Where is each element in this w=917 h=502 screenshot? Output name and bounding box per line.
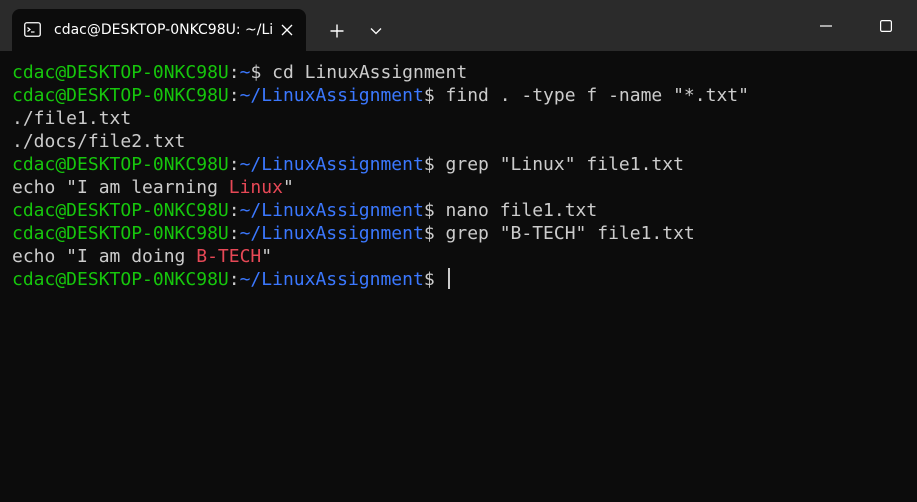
output-text: " <box>261 246 273 267</box>
text-cursor <box>447 268 450 289</box>
command-text: nano file1.txt <box>445 200 598 221</box>
terminal-line: ./file1.txt <box>12 107 917 130</box>
chevron-down-icon[interactable] <box>362 16 390 46</box>
prompt-symbol: $ <box>423 85 446 106</box>
prompt-colon: : <box>228 85 240 106</box>
output-text: ./docs/file2.txt <box>12 131 186 152</box>
grep-match: B-TECH <box>196 246 262 267</box>
prompt-user-host: cdac@DESKTOP-0NKC98U <box>12 154 229 175</box>
prompt-symbol: $ <box>423 154 446 175</box>
terminal-line: cdac@DESKTOP-0NKC98U:~$ cd LinuxAssignme… <box>12 61 917 84</box>
prompt-path: ~/LinuxAssignment <box>239 85 424 106</box>
terminal-line: cdac@DESKTOP-0NKC98U:~/LinuxAssignment$ … <box>12 222 917 245</box>
terminal-output[interactable]: cdac@DESKTOP-0NKC98U:~$ cd LinuxAssignme… <box>0 51 917 502</box>
prompt-user-host: cdac@DESKTOP-0NKC98U <box>12 200 229 221</box>
command-text: grep "B-TECH" file1.txt <box>445 223 695 244</box>
prompt-path: ~ <box>239 62 251 83</box>
prompt-colon: : <box>228 223 240 244</box>
terminal-line: ./docs/file2.txt <box>12 130 917 153</box>
prompt-path: ~/LinuxAssignment <box>239 223 424 244</box>
terminal-line: cdac@DESKTOP-0NKC98U:~/LinuxAssignment$ … <box>12 153 917 176</box>
prompt-symbol: $ <box>423 223 446 244</box>
prompt-symbol: $ <box>250 62 273 83</box>
close-icon[interactable] <box>278 21 296 39</box>
output-text: echo "I am learning <box>12 177 229 198</box>
prompt-user-host: cdac@DESKTOP-0NKC98U <box>12 62 229 83</box>
terminal-line: cdac@DESKTOP-0NKC98U:~/LinuxAssignment$ … <box>12 84 917 107</box>
maximize-icon[interactable] <box>856 0 916 51</box>
prompt-colon: : <box>228 154 240 175</box>
title-bar: cdac@DESKTOP-0NKC98U: ~/LinuxAssignment <box>0 0 917 51</box>
terminal-line: cdac@DESKTOP-0NKC98U:~/LinuxAssignment$ <box>12 268 917 291</box>
prompt-user-host: cdac@DESKTOP-0NKC98U <box>12 223 229 244</box>
prompt-colon: : <box>228 269 240 290</box>
terminal-line: echo "I am learning Linux" <box>12 176 917 199</box>
terminal-icon <box>24 22 41 37</box>
prompt-colon: : <box>228 200 240 221</box>
prompt-colon: : <box>228 62 240 83</box>
command-text: cd LinuxAssignment <box>272 62 468 83</box>
prompt-path: ~/LinuxAssignment <box>239 154 424 175</box>
tab-terminal[interactable]: cdac@DESKTOP-0NKC98U: ~/LinuxAssignment <box>12 9 306 51</box>
plus-icon[interactable] <box>322 16 352 46</box>
prompt-symbol: $ <box>423 200 446 221</box>
output-text: echo "I am doing <box>12 246 197 267</box>
command-text: grep "Linux" file1.txt <box>445 154 684 175</box>
minimize-icon[interactable] <box>796 0 856 51</box>
grep-match: Linux <box>228 177 283 198</box>
output-text: ./file1.txt <box>12 108 132 129</box>
output-text: " <box>282 177 294 198</box>
tab-title: cdac@DESKTOP-0NKC98U: ~/LinuxAssignment <box>54 22 272 38</box>
prompt-path: ~/LinuxAssignment <box>239 269 424 290</box>
prompt-user-host: cdac@DESKTOP-0NKC98U <box>12 85 229 106</box>
prompt-symbol: $ <box>423 269 446 290</box>
prompt-path: ~/LinuxAssignment <box>239 200 424 221</box>
terminal-line: cdac@DESKTOP-0NKC98U:~/LinuxAssignment$ … <box>12 199 917 222</box>
terminal-line: echo "I am doing B-TECH" <box>12 245 917 268</box>
prompt-user-host: cdac@DESKTOP-0NKC98U <box>12 269 229 290</box>
command-text: find . -type f -name "*.txt" <box>445 85 749 106</box>
